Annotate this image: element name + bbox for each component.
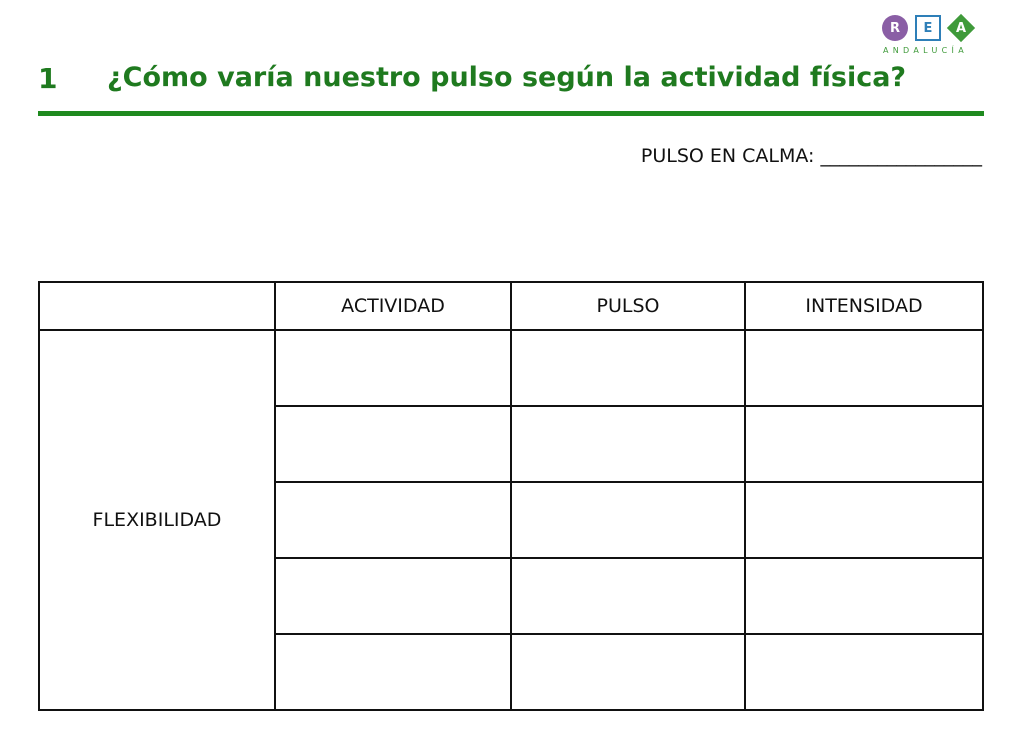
intensidad-cell[interactable] <box>744 481 984 559</box>
intensidad-cell[interactable] <box>744 557 984 635</box>
heading-divider <box>38 111 984 116</box>
calm-pulse-label: PULSO EN CALMA: <box>640 145 815 167</box>
table-header-row: ACTIVIDAD PULSO INTENSIDAD <box>38 281 984 331</box>
calm-pulse-blank[interactable]: _________________ <box>821 145 983 167</box>
actividad-cell[interactable] <box>274 633 512 711</box>
actividad-cell[interactable] <box>274 557 512 635</box>
logo-subtitle: ANDALUCÍA <box>883 46 968 55</box>
logo-badge-a-letter: A <box>955 20 967 36</box>
table-row: FLEXIBILIDAD <box>38 329 984 711</box>
pulso-cell[interactable] <box>510 405 746 483</box>
rea-andalucia-logo: R E A ANDALUCÍA <box>879 12 979 58</box>
row-label-flexibilidad: FLEXIBILIDAD <box>38 329 276 711</box>
logo-badges: R E A <box>879 12 979 44</box>
pulso-cell[interactable] <box>510 481 746 559</box>
header-cell-empty <box>38 281 276 331</box>
pulso-cell[interactable] <box>510 633 746 711</box>
header-cell-intensidad: INTENSIDAD <box>744 281 984 331</box>
actividad-cell[interactable] <box>274 481 512 559</box>
intensidad-cell[interactable] <box>744 633 984 711</box>
section-heading: 1 ¿Cómo varía nuestro pulso según la act… <box>38 62 984 104</box>
pulso-cell[interactable] <box>510 329 746 407</box>
logo-badge-a: A <box>946 13 976 43</box>
actividad-cell[interactable] <box>274 405 512 483</box>
intensidad-cell[interactable] <box>744 329 984 407</box>
header-cell-pulso: PULSO <box>510 281 746 331</box>
section-title: ¿Cómo varía nuestro pulso según la activ… <box>107 62 907 93</box>
intensidad-cell[interactable] <box>744 405 984 483</box>
header-cell-actividad: ACTIVIDAD <box>274 281 512 331</box>
logo-badge-e: E <box>915 15 941 41</box>
logo-badge-r: R <box>882 15 908 41</box>
section-number: 1 <box>38 62 58 95</box>
pulso-cell[interactable] <box>510 557 746 635</box>
pulse-activity-table: ACTIVIDAD PULSO INTENSIDAD FLEXIBILIDAD <box>38 281 984 711</box>
calm-pulse-field[interactable]: PULSO EN CALMA: _________________ <box>641 145 982 167</box>
actividad-cell[interactable] <box>274 329 512 407</box>
